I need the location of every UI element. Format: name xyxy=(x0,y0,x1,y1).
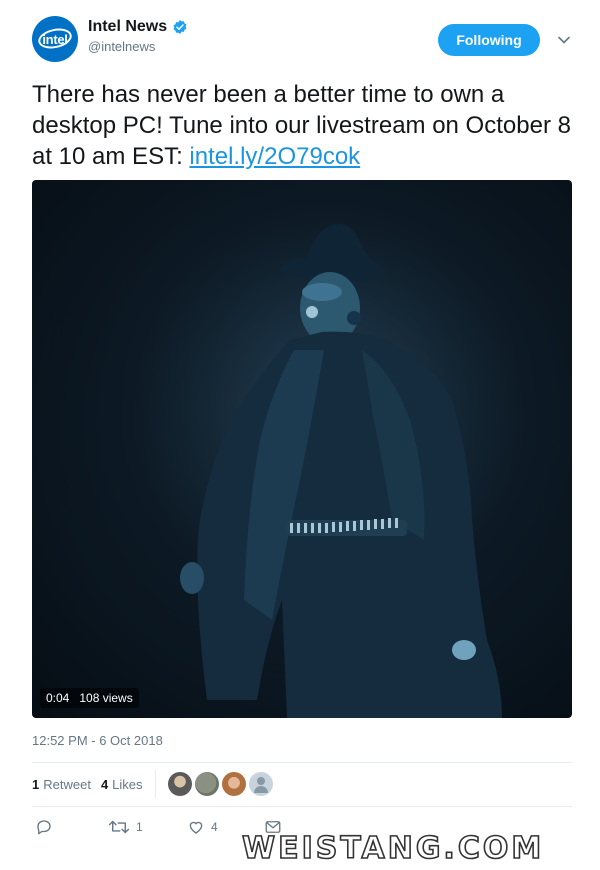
like-action[interactable]: 4 xyxy=(187,818,218,836)
divider xyxy=(32,806,572,807)
like-count: 4 xyxy=(211,820,218,834)
display-name[interactable]: Intel News xyxy=(88,18,188,36)
retweet-stat-label: Retweet xyxy=(43,776,91,792)
handle[interactable]: @intelnews xyxy=(88,39,188,54)
retweet-count: 1 xyxy=(136,820,143,834)
video-duration: 0:04 xyxy=(46,691,70,705)
liker-avatar[interactable] xyxy=(194,772,219,796)
caret-down-icon[interactable] xyxy=(556,32,572,48)
liker-avatars xyxy=(167,772,273,796)
following-button[interactable]: Following xyxy=(438,24,540,56)
verified-badge-icon xyxy=(173,20,187,34)
likes-stat-label: Likes xyxy=(112,776,143,792)
tweet: intel Intel News @intelnews Following Th… xyxy=(0,0,600,870)
account-names: Intel News @intelnews xyxy=(88,18,188,54)
tweet-stats: 1 Retweet 4 Likes xyxy=(32,770,273,798)
stats-separator xyxy=(154,770,156,798)
video-badge: 0:04 108 views xyxy=(40,688,139,708)
reply-action[interactable] xyxy=(35,818,59,836)
likes-stat-count: 4 xyxy=(100,776,109,792)
video-player[interactable]: 0:04 108 views xyxy=(32,180,572,718)
tweet-timestamp[interactable]: 12:52 PM - 6 Oct 2018 xyxy=(32,733,163,748)
tweet-link[interactable]: intel.ly/2O79cok xyxy=(189,143,360,170)
avatar[interactable]: intel xyxy=(32,16,78,62)
retweet-stat[interactable]: 1 Retweet xyxy=(32,777,91,792)
liker-avatar[interactable] xyxy=(167,772,192,796)
liker-avatar[interactable] xyxy=(248,772,273,796)
video-views: 108 views xyxy=(79,691,133,705)
avatar-logo-text: intel xyxy=(42,31,68,47)
tweet-header: intel Intel News @intelnews Following xyxy=(32,14,582,66)
likes-stat[interactable]: 4 Likes xyxy=(101,777,143,792)
retweet-icon xyxy=(108,820,130,834)
tweet-text: There has never been a better time to ow… xyxy=(32,79,572,172)
like-icon xyxy=(189,821,203,834)
divider xyxy=(32,762,572,763)
video-frame-figure xyxy=(32,180,572,718)
liker-avatar[interactable] xyxy=(221,772,246,796)
display-name-text: Intel News xyxy=(88,18,168,35)
retweet-stat-count: 1 xyxy=(32,776,40,792)
reply-icon xyxy=(37,820,51,835)
retweet-action[interactable]: 1 xyxy=(108,818,143,836)
watermark: WEISTANG.COM xyxy=(241,830,545,867)
